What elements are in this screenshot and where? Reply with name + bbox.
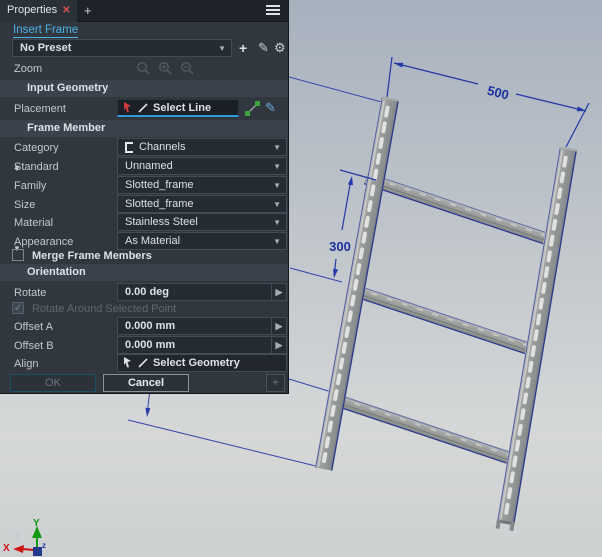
family-label: Family [14,180,47,192]
insert-frame-link[interactable]: Insert Frame [13,24,79,38]
appearance-label: Appearance [14,236,74,248]
chevron-down-icon: ▼ [273,199,281,209]
align-selector[interactable]: Select Geometry [117,354,287,372]
expression-arrow-icon[interactable]: ▶ [271,284,286,300]
menu-icon[interactable] [266,5,280,17]
preset-dropdown[interactable]: No Preset ▼ [12,39,232,57]
axis-triad: Y X z [3,518,46,556]
z-axis-label: z [42,541,46,550]
merge-frame-members-checkbox[interactable] [12,249,24,261]
properties-panel: Properties ✕ + Insert Frame No Preset ▼ +… [0,0,289,541]
appearance-value: As Material [125,235,181,247]
line-segment-icon [138,102,148,113]
hidden-dimension-arrow [145,407,151,417]
tab-properties[interactable]: Properties ✕ [0,0,77,22]
family-dropdown[interactable]: Slotted_frame ▼ [117,176,287,194]
align-label: Align [14,358,39,370]
chevron-down-icon: ▼ [273,142,281,152]
offset-b-label: Offset B [14,340,54,352]
category-value: Channels [139,141,186,153]
rotate-value: 0.00 deg [125,286,170,298]
category-label: Category [14,142,59,154]
add-tab-icon[interactable]: + [84,3,92,18]
dimension-spacing-label[interactable]: 300 [329,239,351,254]
add-preset-icon[interactable]: + [239,40,247,56]
preset-settings-icon[interactable]: ⚙ [274,40,286,56]
frame-rung [328,392,519,467]
rotate-around-point-label: Rotate Around Selected Point [32,303,177,315]
y-axis-label: Y [33,518,40,529]
material-dropdown[interactable]: Stainless Steel ▼ [117,213,287,231]
zoom-out-icon[interactable] [180,61,195,76]
chevron-down-icon: ▼ [218,43,226,53]
add-panel-button[interactable]: + [266,374,285,392]
placement-label: Placement [14,103,66,115]
size-label: Size [14,199,36,211]
dimension-width-label[interactable]: 500 [486,83,511,103]
expression-arrow-icon[interactable]: ▶ [271,318,286,334]
sketch-edit-icon[interactable]: ✎ [265,100,280,115]
offset-a-label: Offset A [14,321,53,333]
size-dropdown[interactable]: Slotted_frame ▼ [117,195,287,213]
section-input-geometry[interactable]: ▼ Input Geometry [0,80,288,173]
rotate-label: Rotate [14,287,47,299]
dim-arrow [394,62,404,68]
frame-rung [363,172,554,247]
chevron-down-icon: ▼ [273,217,281,227]
collapse-icon: ▼ [13,532,21,541]
dimension-width[interactable] [386,56,590,148]
section-label: Orientation [27,266,86,278]
tab-properties-label: Properties [7,4,58,16]
chevron-down-icon: ▼ [273,236,281,246]
line-endpoints-icon[interactable] [245,101,260,116]
standard-label: Standard [14,161,59,173]
close-icon[interactable]: ✕ [62,5,70,16]
rotate-input[interactable]: 0.00 deg ▶ [117,283,287,301]
ok-button[interactable]: OK [10,374,96,392]
category-dropdown[interactable]: Channels ▼ [117,138,287,156]
cursor-icon [124,101,131,112]
material-value: Stainless Steel [125,216,198,228]
placement-value: Select Line [153,101,212,114]
chevron-down-icon: ▼ [273,161,281,171]
line-segment-icon [138,358,148,368]
appearance-dropdown[interactable]: As Material ▼ [117,232,287,250]
size-value: Slotted_frame [125,198,194,210]
offset-b-input[interactable]: 0.000 mm ▶ [117,336,287,354]
section-frame-member[interactable]: ▼ Frame Member [0,120,288,253]
zoom-label: Zoom [14,63,43,75]
standard-dropdown[interactable]: Unnamed ▼ [117,157,287,175]
dim-arrow [333,268,339,278]
dim-arrow [347,176,353,186]
offset-a-value: 0.000 mm [125,320,176,332]
expression-arrow-icon[interactable]: ▶ [271,337,286,353]
section-label: Frame Member [27,122,106,134]
zoom-in-icon[interactable] [158,61,173,76]
edit-preset-icon[interactable]: ✎ [258,40,269,56]
material-label: Material [14,217,54,229]
x-axis-label: X [3,543,10,554]
cancel-button[interactable]: Cancel [103,374,189,392]
align-value: Select Geometry [153,357,240,369]
frame-rung [345,282,536,357]
standard-value: Unnamed [125,160,173,172]
zoom-icon[interactable] [136,61,151,76]
z-axis-cube [33,547,42,556]
x-axis-cone [13,545,24,553]
family-value: Slotted_frame [125,179,194,191]
channel-icon [125,141,133,153]
preset-value: No Preset [20,42,72,54]
section-orientation[interactable]: ▼ Orientation [0,264,288,541]
dim-arrow [576,106,586,112]
frame-model[interactable] [314,96,578,532]
offset-a-input[interactable]: 0.000 mm ▶ [117,317,287,335]
chevron-down-icon: ▼ [273,180,281,190]
panel-tab-bar: Properties ✕ + [0,0,288,22]
cursor-icon [124,357,131,368]
section-label: Input Geometry [27,82,109,94]
merge-frame-members-label: Merge Frame Members [32,250,152,262]
offset-b-value: 0.000 mm [125,339,176,351]
placement-selector[interactable]: Select Line [117,99,239,117]
rotate-around-point-checkbox: ✓ [12,302,24,314]
